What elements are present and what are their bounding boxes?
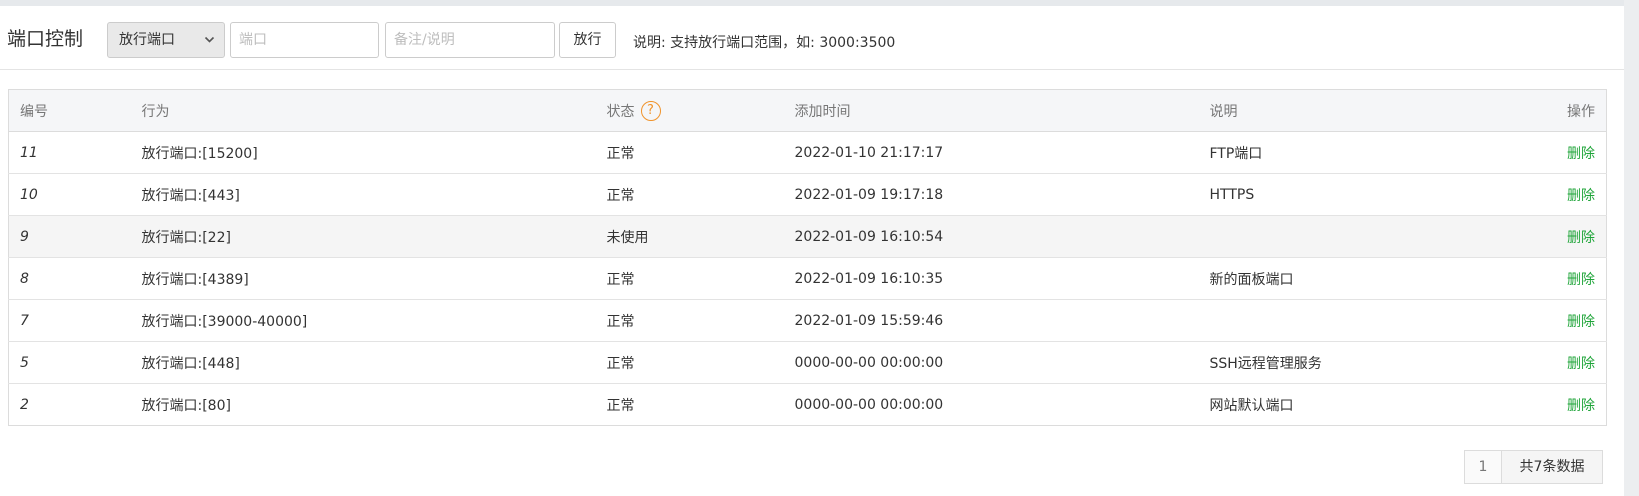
cell-note: SSH远程管理服务: [1209, 341, 1510, 384]
cell-id: 8: [8, 257, 142, 300]
cell-id: 10: [8, 173, 142, 216]
hint-text: 说明: 支持放行端口范围，如: 3000:3500: [633, 35, 896, 51]
column-header-op: 操作: [1509, 89, 1607, 132]
cell-op: 删除: [1509, 215, 1607, 258]
cell-op: 删除: [1509, 341, 1607, 384]
cell-time: 0000-00-00 00:00:00: [794, 341, 1210, 384]
cell-id: 9: [8, 215, 142, 258]
delete-link[interactable]: 删除: [1567, 398, 1595, 414]
cell-time: 2022-01-09 19:17:18: [794, 173, 1210, 216]
toolbar: 端口控制 放行端口 放行 说明: 支持放行端口范围，如: 3000:3500: [0, 6, 1624, 70]
column-header-time: 添加时间: [794, 89, 1210, 132]
cell-op: 删除: [1509, 131, 1607, 174]
cell-status: 正常: [606, 173, 795, 216]
column-header-action: 行为: [141, 89, 607, 132]
table-row: 8 放行端口:[4389] 正常 2022-01-09 16:10:35 新的面…: [8, 257, 1607, 300]
cell-action: 放行端口:[39000-40000]: [141, 299, 607, 342]
cell-status: 正常: [606, 257, 795, 300]
cell-note: [1209, 299, 1510, 342]
cell-id: 7: [8, 299, 142, 342]
delete-link[interactable]: 删除: [1567, 188, 1595, 204]
cell-status: 正常: [606, 383, 795, 426]
delete-link[interactable]: 删除: [1567, 272, 1595, 288]
cell-action: 放行端口:[443]: [141, 173, 607, 216]
scrollbar-track[interactable]: [1624, 0, 1639, 496]
cell-note: 新的面板端口: [1209, 257, 1510, 300]
column-header-id: 编号: [8, 89, 142, 132]
column-header-note: 说明: [1209, 89, 1510, 132]
port-control-panel: 端口控制 放行端口 放行 说明: 支持放行端口范围，如: 3000:3500 编…: [0, 6, 1624, 496]
allow-button[interactable]: 放行: [559, 22, 616, 58]
cell-action: 放行端口:[448]: [141, 341, 607, 384]
cell-status: 正常: [606, 131, 795, 174]
cell-note: HTTPS: [1209, 173, 1510, 216]
cell-note: FTP端口: [1209, 131, 1510, 174]
cell-op: 删除: [1509, 257, 1607, 300]
cell-time: 2022-01-09 16:10:54: [794, 215, 1210, 258]
table-row: 7 放行端口:[39000-40000] 正常 2022-01-09 15:59…: [8, 299, 1607, 342]
pager-total: 共7条数据: [1501, 450, 1603, 484]
page-title: 端口控制: [7, 28, 84, 50]
cell-time: 2022-01-09 16:10:35: [794, 257, 1210, 300]
cell-id: 11: [8, 131, 142, 174]
column-header-status-label: 状态: [606, 103, 635, 120]
help-icon[interactable]: ?: [640, 100, 661, 121]
cell-status: 正常: [606, 341, 795, 384]
pager-page-button[interactable]: 1: [1464, 450, 1502, 484]
cell-action: 放行端口:[4389]: [141, 257, 607, 300]
table-row: 5 放行端口:[448] 正常 0000-00-00 00:00:00 SSH远…: [8, 341, 1607, 384]
note-input[interactable]: [385, 22, 555, 58]
delete-link[interactable]: 删除: [1567, 146, 1595, 162]
table-row: 11 放行端口:[15200] 正常 2022-01-10 21:17:17 F…: [8, 131, 1607, 174]
delete-link[interactable]: 删除: [1567, 356, 1595, 372]
cell-time: 0000-00-00 00:00:00: [794, 383, 1210, 426]
cell-time: 2022-01-10 21:17:17: [794, 131, 1210, 174]
cell-note: 网站默认端口: [1209, 383, 1510, 426]
cell-id: 5: [8, 341, 142, 384]
cell-action: 放行端口:[22]: [141, 215, 607, 258]
cell-op: 删除: [1509, 383, 1607, 426]
cell-action: 放行端口:[15200]: [141, 131, 607, 174]
cell-status: 未使用: [606, 215, 795, 258]
table-row: 9 放行端口:[22] 未使用 2022-01-09 16:10:54 删除: [8, 215, 1607, 258]
cell-id: 2: [8, 383, 142, 426]
action-select[interactable]: 放行端口: [107, 22, 225, 58]
port-rule-table: 编号 行为 状态? 添加时间 说明 操作 11 放行端口:[15200] 正常 …: [8, 89, 1607, 426]
table-row: 10 放行端口:[443] 正常 2022-01-09 19:17:18 HTT…: [8, 173, 1607, 216]
column-header-status: 状态?: [606, 89, 795, 132]
cell-action: 放行端口:[80]: [141, 383, 607, 426]
cell-note: [1209, 215, 1510, 258]
chevron-down-icon: [204, 23, 215, 70]
cell-op: 删除: [1509, 173, 1607, 216]
table-row: 2 放行端口:[80] 正常 0000-00-00 00:00:00 网站默认端…: [8, 383, 1607, 426]
table-header-row: 编号 行为 状态? 添加时间 说明 操作: [8, 89, 1607, 132]
delete-link[interactable]: 删除: [1567, 314, 1595, 330]
cell-op: 删除: [1509, 299, 1607, 342]
cell-time: 2022-01-09 15:59:46: [794, 299, 1210, 342]
port-input[interactable]: [230, 22, 379, 58]
cell-status: 正常: [606, 299, 795, 342]
delete-link[interactable]: 删除: [1567, 230, 1595, 246]
action-select-value: 放行端口: [119, 32, 175, 48]
